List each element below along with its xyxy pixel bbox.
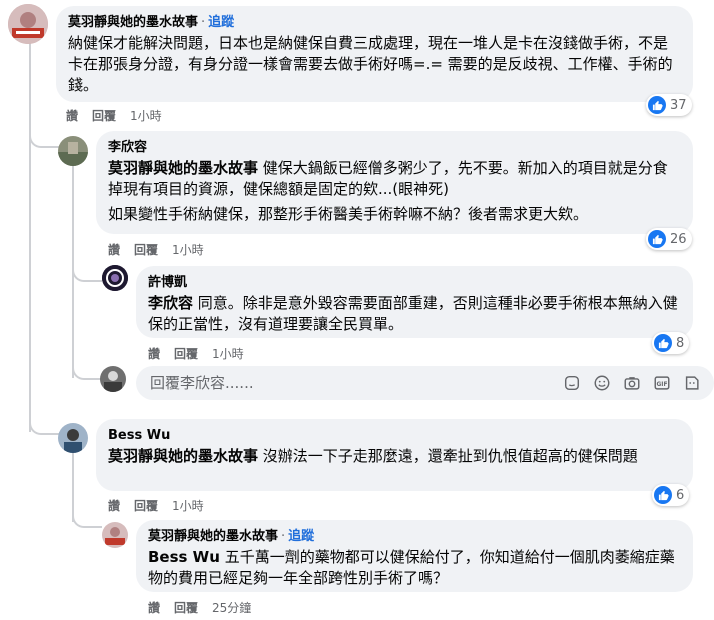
reply-button[interactable]: 回覆 [92,109,116,123]
author-avatar-image [102,265,128,291]
camera-icon[interactable] [622,373,642,393]
comment-author: 李欣容 [108,139,681,156]
follow-button[interactable]: 追蹤 [208,15,234,30]
timestamp[interactable]: 25分鐘 [212,601,251,615]
avatar[interactable] [102,522,128,548]
avatar[interactable] [102,265,128,291]
reply-input[interactable] [148,373,532,393]
comment-text-content: 同意。除非是意外毀容需要面部重建，否則這種非必要手術根本無納入健保的正當性，沒有… [148,294,678,333]
like-button[interactable]: 讚 [108,243,120,257]
like-reaction-icon [654,334,672,352]
avatar[interactable] [58,423,88,453]
timestamp[interactable]: 1小時 [172,243,204,257]
timestamp[interactable]: 1小時 [130,109,162,123]
like-reaction-icon [648,230,666,248]
thread-connector [72,508,102,528]
composer-tools: GIF [562,373,702,393]
follow-button[interactable]: 追蹤 [288,529,314,544]
timestamp[interactable]: 1小時 [172,499,204,513]
author-avatar-image [8,4,48,44]
comment-actions: 讚回覆 1小時 [108,242,218,258]
comment-text-paragraph: 如果變性手術納健保，那整形手術醫美手術幹嘛不納？後者需求更大欸。 [108,205,589,223]
reply-button[interactable]: 回覆 [174,601,198,615]
avatar[interactable] [8,4,48,44]
thread-connector [29,415,61,435]
avatar[interactable] [58,136,88,166]
author-name-link[interactable]: 莫羽靜與她的墨水故事 [148,529,278,544]
like-button[interactable]: 讚 [66,109,78,123]
reply-button[interactable]: 回覆 [134,499,158,513]
comment-bubble: 李欣容 莫羽靜與她的墨水故事 健保大鍋飯已經僧多粥少了，先不要。新加入的項目就是… [96,131,693,234]
comment-bubble: 許博凱 李欣容 同意。除非是意外毀容需要面部重建，否則這種非必要手術根本無納入健… [136,266,693,338]
reaction-count[interactable]: 37 [646,94,692,116]
like-button[interactable]: 讚 [148,347,160,361]
author-name-link[interactable]: Bess Wu [108,428,170,443]
comment-author: 許博凱 [148,274,681,291]
user-avatar-image [100,366,126,392]
reaction-number: 37 [670,97,687,113]
separator-dot: · [201,15,206,30]
comment-author: 莫羽靜與她的墨水故事 · 追蹤 [68,14,681,31]
comment-actions: 讚回覆 25分鐘 [148,600,265,616]
comment-text: 納健保才能解決問題，日本也是納健保自費三成處理，現在一堆人是卡在沒錢做手術，不是… [68,34,673,94]
comment-text-content: 沒辦法一下子走那麼遠，還牽扯到仇恨值超高的健保問題 [262,447,638,465]
like-button[interactable]: 讚 [148,601,160,615]
gif-icon[interactable]: GIF [652,373,672,393]
reply-button[interactable]: 回覆 [134,243,158,257]
svg-text:GIF: GIF [657,382,668,388]
like-button[interactable]: 讚 [108,499,120,513]
author-avatar-image [102,522,128,548]
comment-actions: 讚回覆 1小時 [148,346,258,362]
mention-link[interactable]: 莫羽靜與她的墨水故事 [108,159,258,177]
reaction-count[interactable]: 6 [652,484,690,506]
author-name-link[interactable]: 許博凱 [148,275,187,290]
emoji-icon[interactable] [592,373,612,393]
comment-author: 莫羽靜與她的墨水故事 · 追蹤 [148,528,681,545]
reaction-number: 26 [670,231,687,247]
reaction-number: 6 [676,487,685,503]
mention-link[interactable]: 莫羽靜與她的墨水故事 [108,447,258,465]
like-reaction-icon [654,486,672,504]
mention-link[interactable]: Bess Wu [148,548,220,566]
comment-text: Bess Wu 五千萬一劑的藥物都可以健保給付了，你知道給付一個肌肉萎縮症藥物的… [148,547,681,589]
reaction-count[interactable]: 8 [652,332,690,354]
comment-text: 莫羽靜與她的墨水故事 沒辦法一下子走那麼遠，還牽扯到仇恨值超高的健保問題 [108,446,681,467]
reaction-number: 8 [676,335,685,351]
author-name-link[interactable]: 李欣容 [108,140,147,155]
timestamp[interactable]: 1小時 [212,347,244,361]
comment-text: 李欣容 同意。除非是意外毀容需要面部重建，否則這種非必要手術根本無納入健保的正當… [148,293,681,335]
author-avatar-image [58,136,88,166]
comment-bubble: 莫羽靜與她的墨水故事 · 追蹤 納健保才能解決問題，日本也是納健保自費三成處理，現在… [56,6,693,102]
thread-connector [29,128,61,148]
comment-text: 莫羽靜與她的墨水故事 健保大鍋飯已經僧多粥少了，先不要。新加入的項目就是分食掉現… [108,158,681,200]
thread-line [29,42,31,432]
separator-dot: · [281,529,286,544]
author-avatar-image [58,423,88,453]
sticker-icon[interactable] [562,373,582,393]
thread-connector [72,262,102,282]
comment-actions: 讚回覆 1小時 [108,498,218,514]
comment-bubble: 莫羽靜與她的墨水故事 · 追蹤 Bess Wu 五千萬一劑的藥物都可以健保給付了，你… [136,520,693,592]
avatar-sticker-icon[interactable] [682,373,702,393]
reaction-count[interactable]: 26 [646,228,692,250]
comment-actions: 讚回覆 1小時 [66,108,176,124]
reply-composer[interactable]: GIF [136,366,714,400]
mention-link[interactable]: 李欣容 [148,294,193,312]
thread-connector [72,360,102,380]
comment-bubble: Bess Wu 莫羽靜與她的墨水故事 沒辦法一下子走那麼遠，還牽扯到仇恨值超高的… [96,419,693,491]
comment-text-content: 五千萬一劑的藥物都可以健保給付了，你知道給付一個肌肉萎縮症藥物的費用已經足夠一年… [148,548,675,587]
like-reaction-icon [648,96,666,114]
comment-author: Bess Wu [108,427,681,444]
author-name-link[interactable]: 莫羽靜與她的墨水故事 [68,15,198,30]
current-user-avatar[interactable] [100,366,126,392]
reply-button[interactable]: 回覆 [174,347,198,361]
